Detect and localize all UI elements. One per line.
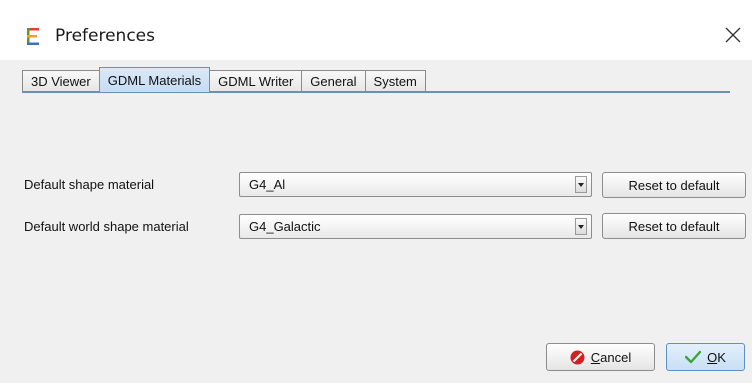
cancel-icon bbox=[570, 350, 585, 364]
tab-gdml-materials[interactable]: GDML Materials bbox=[98, 67, 211, 92]
default-shape-material-select[interactable]: G4_Al bbox=[239, 172, 592, 197]
cancel-label: Cancel bbox=[590, 349, 632, 365]
default-shape-material-value: G4_Al bbox=[249, 177, 286, 192]
ok-button[interactable]: OK bbox=[666, 343, 745, 371]
checkmark-icon bbox=[685, 350, 702, 364]
chevron-down-icon[interactable] bbox=[575, 176, 587, 193]
tab-gdml-writer[interactable]: GDML Writer bbox=[209, 70, 303, 92]
ok-label: OK bbox=[707, 349, 726, 365]
chevron-down-icon[interactable] bbox=[575, 218, 587, 235]
default-world-shape-material-value: G4_Galactic bbox=[249, 219, 321, 234]
preferences-dialog: Preferences 3D Viewer GDML Materials GDM… bbox=[0, 0, 752, 383]
default-shape-material-label: Default shape material bbox=[24, 177, 155, 192]
title-bar[interactable]: Preferences bbox=[0, 0, 752, 60]
reset-shape-material-button[interactable]: Reset to default bbox=[602, 172, 746, 198]
cancel-button[interactable]: Cancel bbox=[546, 343, 655, 371]
default-world-shape-material-label: Default world shape material bbox=[24, 219, 189, 234]
reset-world-shape-material-button[interactable]: Reset to default bbox=[602, 213, 746, 239]
tab-strip: 3D Viewer GDML Materials GDML Writer Gen… bbox=[22, 66, 426, 92]
default-world-shape-material-select[interactable]: G4_Galactic bbox=[239, 214, 592, 239]
tab-system[interactable]: System bbox=[364, 70, 426, 92]
eclipse-e-icon bbox=[27, 28, 39, 45]
close-icon[interactable] bbox=[722, 24, 744, 46]
tab-general[interactable]: General bbox=[301, 70, 366, 92]
window-title: Preferences bbox=[55, 26, 155, 46]
tab-3d-viewer[interactable]: 3D Viewer bbox=[22, 70, 100, 92]
